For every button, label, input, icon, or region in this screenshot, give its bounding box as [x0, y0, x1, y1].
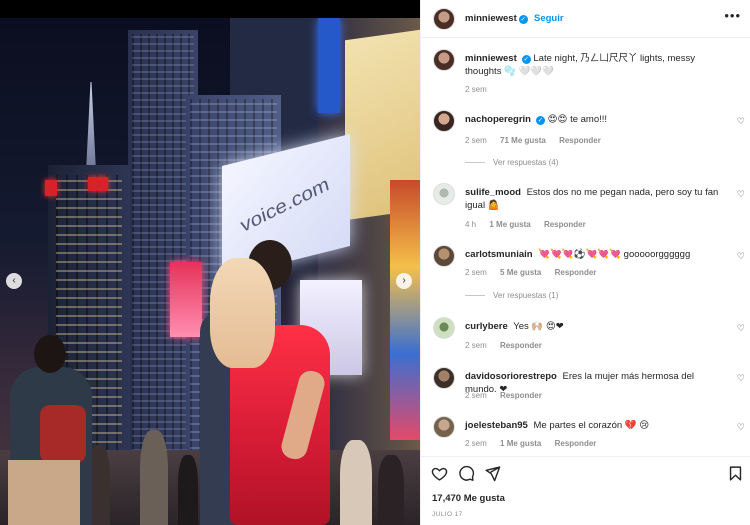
post-date[interactable]: JULIO 17	[432, 511, 463, 518]
heart-icon[interactable]: ♡	[737, 251, 745, 262]
comment-username[interactable]: davidosoriorestrepo	[465, 371, 557, 382]
billboard-text: voice.com	[238, 173, 332, 238]
comment-username[interactable]: joelesteban95	[465, 420, 528, 431]
avatar[interactable]	[433, 245, 455, 267]
avatar[interactable]	[433, 317, 455, 339]
pedestrian	[378, 455, 404, 525]
comment-text: 😍😍 te amo!!!	[547, 114, 608, 125]
avatar[interactable]	[433, 8, 455, 30]
instagram-post-view: voice.com ‹ › minniewest ✓ Seguir ••• mi…	[0, 0, 750, 525]
comment-text: Yes 🙌🏼 😍❤	[513, 321, 564, 332]
woman-with-backpack	[2, 335, 97, 525]
reply-button[interactable]: Responder	[555, 439, 597, 448]
comment-username[interactable]: sulife_mood	[465, 187, 521, 198]
comment-username[interactable]: curlybere	[465, 321, 508, 332]
red-backpack	[40, 405, 86, 463]
comment-icon[interactable]	[458, 465, 475, 482]
verified-badge-icon: ✓	[521, 55, 531, 64]
pedestrian	[140, 430, 168, 525]
post-header: minniewest ✓ Seguir •••	[421, 0, 750, 38]
post-photo[interactable]: voice.com ‹ ›	[0, 0, 420, 525]
comment-time: 4 h	[465, 220, 477, 229]
comment-username[interactable]: nachoperegrin	[465, 114, 531, 125]
heart-icon[interactable]: ♡	[737, 422, 745, 433]
post-actions-bar: 17,470 Me gusta JULIO 17	[421, 456, 750, 525]
comment-likes[interactable]: 1 Me gusta	[489, 220, 530, 229]
red-neon-sign	[88, 177, 108, 191]
reply-button[interactable]: Responder	[559, 136, 601, 145]
follow-button[interactable]: Seguir	[534, 13, 564, 24]
comment-time: 2 sem	[465, 341, 487, 350]
comment-likes[interactable]: 5 Me gusta	[500, 268, 541, 277]
bookmark-icon[interactable]	[727, 465, 744, 482]
caption-time: 2 sem	[465, 85, 487, 94]
caption-username[interactable]: minniewest	[465, 53, 517, 64]
heart-icon[interactable]: ♡	[737, 189, 745, 200]
comment-text: 💘💘💘⚽💘💘💘 gooooorgggggg	[538, 249, 691, 260]
comment-username[interactable]: carlotsmuniain	[465, 249, 533, 260]
blue-neon-sign	[318, 18, 340, 113]
comments-list[interactable]: minniewest ✓ Late night, 乃ㄥ凵尺尺丫 lights, m…	[421, 38, 750, 456]
embracing-couple	[190, 240, 350, 525]
avatar[interactable]	[433, 416, 455, 438]
avatar[interactable]	[433, 49, 455, 71]
photo-top-band	[0, 0, 420, 18]
reply-button[interactable]: Responder	[544, 220, 586, 229]
avatar[interactable]	[433, 367, 455, 389]
more-options-icon[interactable]: •••	[724, 9, 741, 22]
comment-time: 2 sem	[465, 439, 487, 448]
verified-badge-icon: ✓	[536, 116, 545, 125]
colorful-billboards	[390, 180, 420, 440]
comment-likes[interactable]: 71 Me gusta	[500, 136, 546, 145]
comment-time: 2 sem	[465, 268, 487, 277]
chevron-right-icon[interactable]: ›	[396, 273, 412, 289]
author-name[interactable]: minniewest ✓	[465, 13, 528, 24]
view-replies-button[interactable]: Ver respuestas (1)	[465, 291, 558, 300]
reply-button[interactable]: Responder	[500, 391, 542, 400]
heart-icon[interactable]: ♡	[737, 116, 745, 127]
post-side-panel: minniewest ✓ Seguir ••• minniewest ✓ Late …	[420, 0, 750, 525]
share-icon[interactable]	[484, 465, 501, 482]
reply-button[interactable]: Responder	[500, 341, 542, 350]
likes-count[interactable]: 17,470 Me gusta	[432, 493, 505, 504]
verified-badge-icon: ✓	[518, 15, 528, 24]
view-replies-button[interactable]: Ver respuestas (4)	[465, 158, 558, 167]
comment-time: 2 sem	[465, 391, 487, 400]
reply-button[interactable]: Responder	[555, 268, 597, 277]
comment-text: Me partes el corazón 💔 😢	[533, 420, 650, 431]
heart-icon[interactable]	[431, 465, 448, 482]
comment-likes[interactable]: 1 Me gusta	[500, 439, 541, 448]
avatar[interactable]	[433, 110, 455, 132]
chevron-left-icon[interactable]: ‹	[6, 273, 22, 289]
red-neon-sign	[45, 180, 57, 196]
heart-icon[interactable]: ♡	[737, 373, 745, 384]
heart-icon[interactable]: ♡	[737, 323, 745, 334]
blonde-hair	[210, 258, 275, 368]
comment-time: 2 sem	[465, 136, 487, 145]
avatar[interactable]	[433, 183, 455, 205]
